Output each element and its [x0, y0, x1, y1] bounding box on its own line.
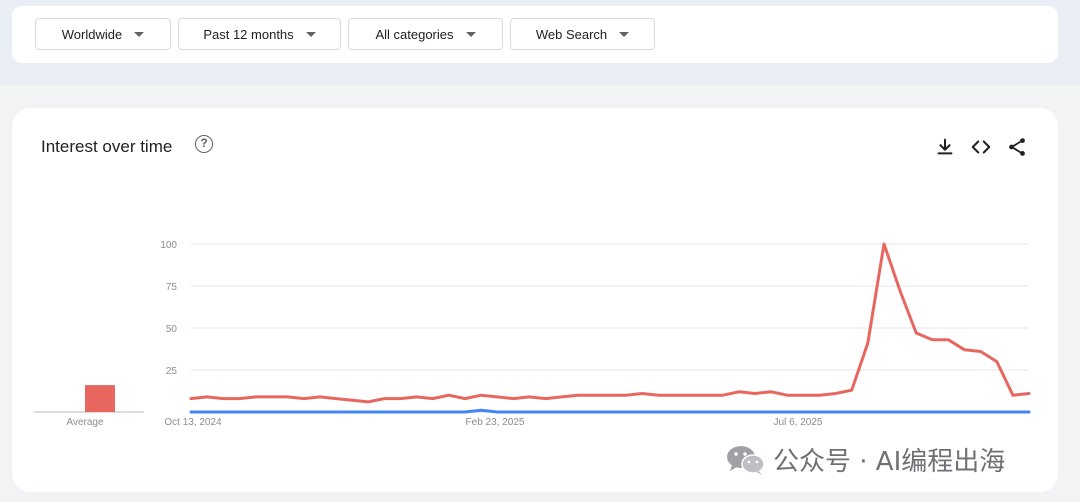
search-type-filter[interactable]: Web Search	[510, 18, 655, 50]
filter-bar: Worldwide Past 12 months All categories …	[12, 6, 1058, 63]
wechat-icon	[727, 445, 765, 475]
caret-down-icon	[619, 31, 630, 37]
category-filter[interactable]: All categories	[348, 18, 503, 50]
average-label: Average	[66, 417, 104, 428]
caret-down-icon	[134, 31, 145, 37]
category-filter-label: All categories	[375, 26, 454, 42]
x-tick-label: Feb 23, 2025	[466, 417, 525, 428]
y-tick-label: 100	[160, 240, 177, 251]
caret-down-icon	[465, 31, 476, 37]
time-range-filter[interactable]: Past 12 months	[178, 18, 341, 50]
search-type-filter-label: Web Search	[535, 26, 608, 42]
x-tick-label: Jul 6, 2025	[774, 417, 823, 428]
caret-down-icon	[305, 31, 316, 37]
x-tick-label: Oct 13, 2024	[164, 417, 222, 428]
y-tick-label: 50	[166, 324, 178, 335]
time-range-filter-label: Past 12 months	[203, 26, 294, 42]
series-line	[189, 408, 1031, 414]
y-tick-label: 75	[166, 282, 178, 293]
average-bar	[85, 385, 115, 412]
watermark: 公众号 · AI编程出海	[725, 441, 1005, 478]
interest-chart: 100 75 50 25 Average Oct 13, 2024 Feb 23, 20…	[34, 240, 1031, 428]
region-filter-label: Worldwide	[61, 26, 123, 42]
series-line	[189, 242, 1031, 404]
interest-over-time-card: Interest over time ? 100 75 50 25 Average O…	[12, 108, 1058, 492]
region-filter[interactable]: Worldwide	[35, 18, 171, 50]
watermark-text: 公众号 · AI编程出海	[773, 447, 1006, 477]
y-tick-label: 25	[166, 366, 178, 377]
